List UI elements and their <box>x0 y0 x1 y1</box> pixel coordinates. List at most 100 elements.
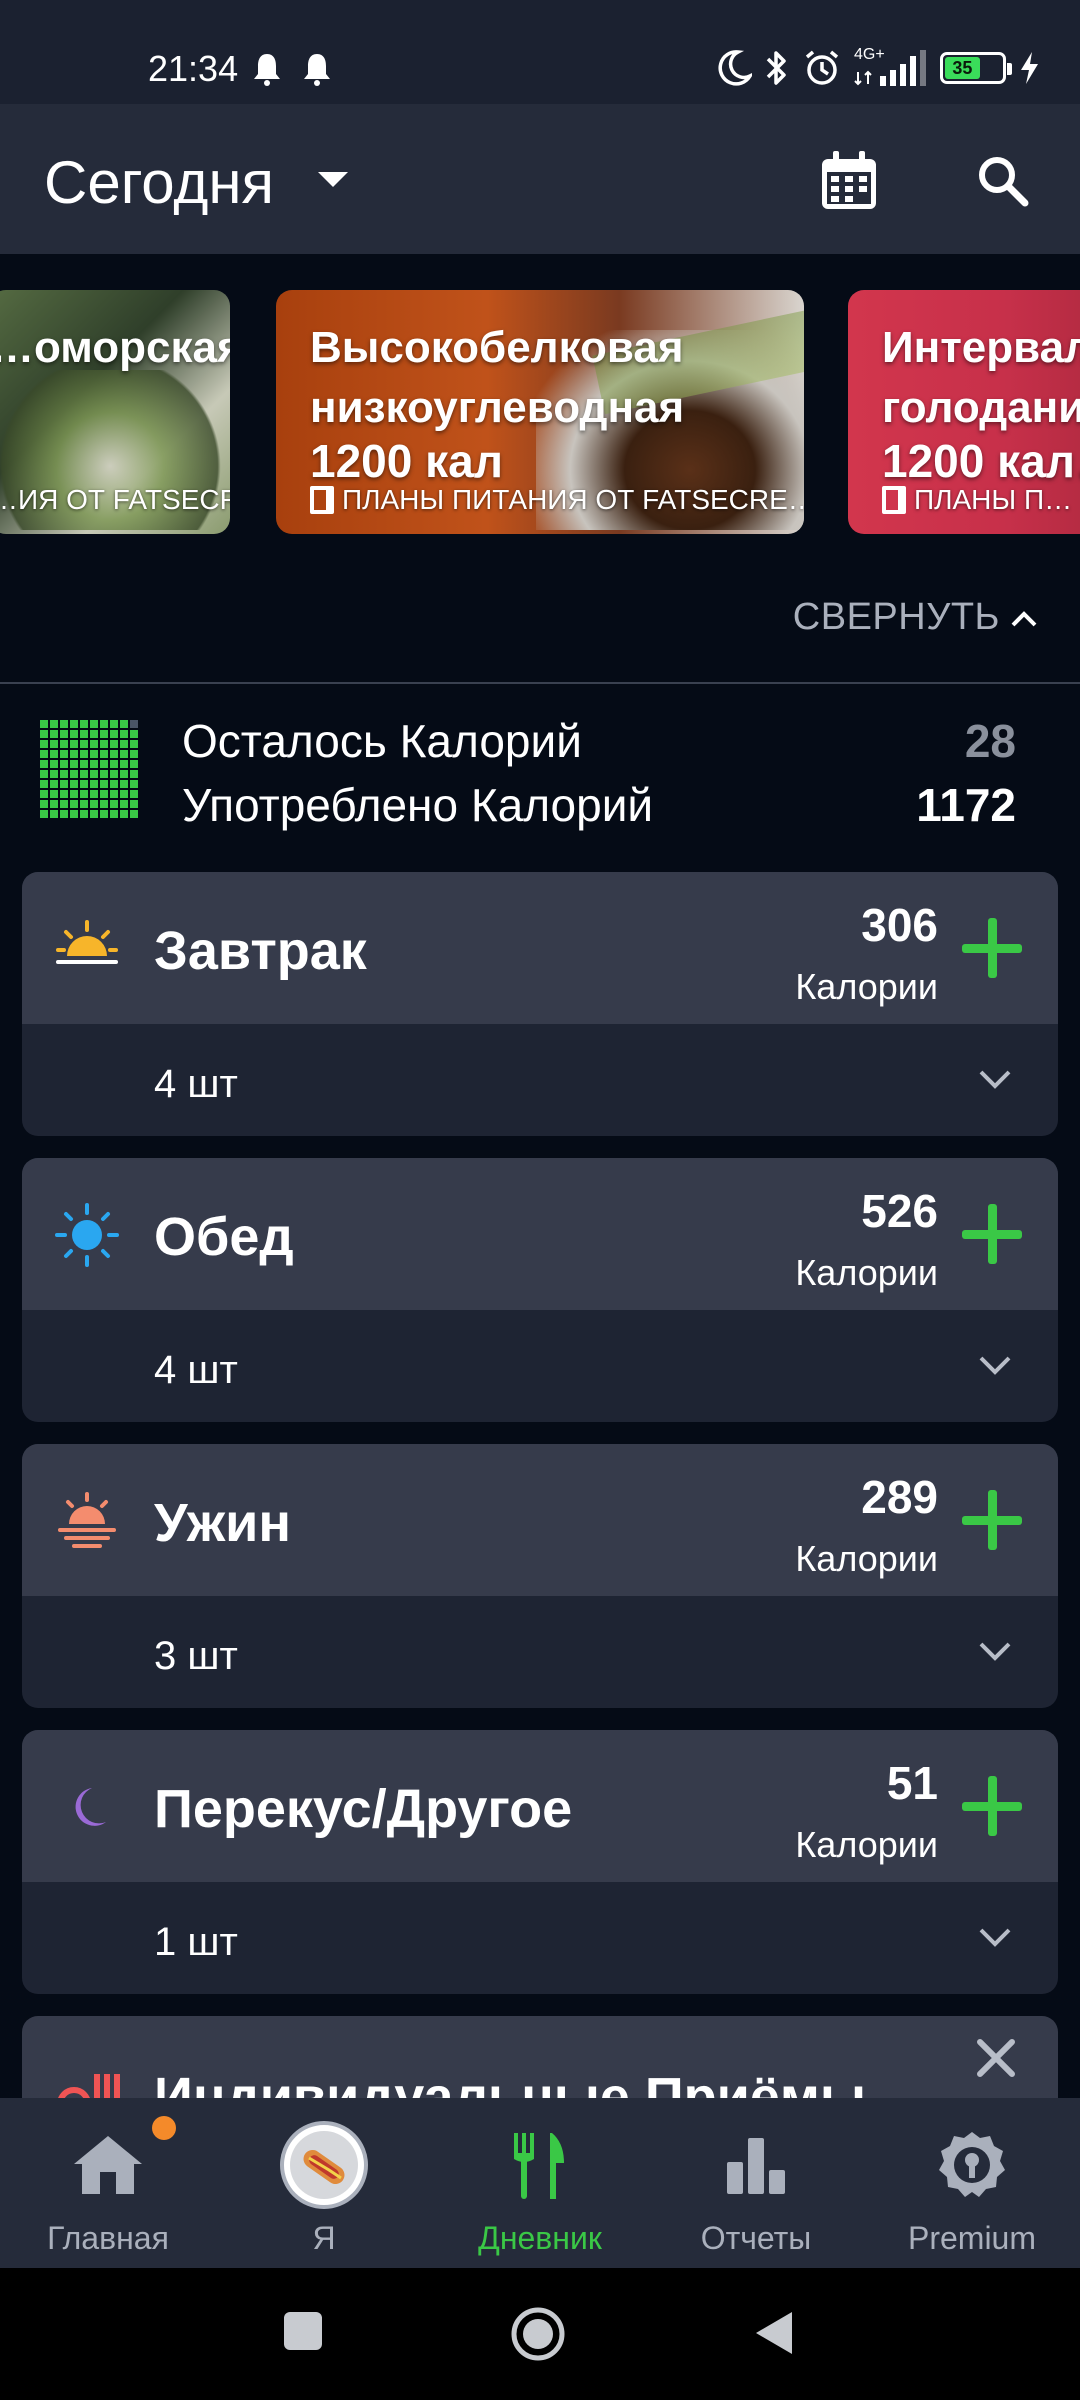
meal-calories-label: Калории <box>795 966 938 1007</box>
plan-title-line: низкоуглеводная <box>310 383 685 432</box>
chevron-down-icon[interactable] <box>978 1068 1012 1090</box>
plan-calories: 1200 кал <box>310 435 503 487</box>
chevron-down-icon[interactable] <box>978 1354 1012 1376</box>
status-time: 21:34 <box>148 48 239 89</box>
back-icon[interactable] <box>752 2308 796 2358</box>
home-circle-icon[interactable] <box>510 2306 566 2362</box>
plan-subtitle: ПЛАНЫ ПИТАНИЯ ОТ FATSECRE… <box>342 484 804 515</box>
meal-calories: 289 <box>861 1471 938 1523</box>
do-not-disturb-moon-icon <box>718 50 752 86</box>
plan-title: Высокобелковая низкоуглеводная <box>310 318 684 438</box>
charging-bolt-icon <box>1021 52 1038 84</box>
nav-home[interactable]: Главная <box>0 2098 216 2268</box>
plan-title: …оморская <box>0 323 230 372</box>
book-icon <box>882 486 906 514</box>
plan-subtitle-row: ПЛАНЫ ПИТАНИЯ ОТ FATSECRE… <box>310 484 804 516</box>
calendar-icon <box>822 151 876 209</box>
sunrise-icon <box>56 920 118 964</box>
bluetooth-icon <box>766 51 786 85</box>
status-icons: 4G+ 35 <box>716 46 1040 90</box>
plan-title: Интервал… голодани… <box>882 318 1080 438</box>
search-button[interactable] <box>966 144 1040 218</box>
meal-plan-card[interactable]: …оморская …ИЯ ОТ FATSECRE… <box>0 290 230 534</box>
app-header: Сегодня <box>0 104 1080 254</box>
consumed-calories-label: Употреблено Калорий <box>182 779 654 831</box>
moon-icon <box>75 1788 106 1826</box>
collapse-toggle[interactable]: СВЕРНУТЬ <box>0 564 1080 682</box>
nav-label: Premium <box>907 2220 1036 2256</box>
nav-premium[interactable]: Premium <box>864 2098 1080 2268</box>
chevron-down-icon[interactable] <box>978 1926 1012 1948</box>
close-icon[interactable] <box>974 2036 1018 2080</box>
calorie-grid-icon <box>40 720 138 818</box>
meal-item-count: 4 шт <box>154 1062 238 1106</box>
meal-calories: 306 <box>861 899 938 951</box>
meal-header[interactable]: Ужин 289 Калории <box>22 1444 1058 1596</box>
nav-diary[interactable]: Дневник <box>432 2098 648 2268</box>
date-selector[interactable]: Сегодня <box>44 148 274 217</box>
nav-reports[interactable]: Отчеты <box>648 2098 864 2268</box>
meal-card-lunch[interactable]: Обед 526 Калории 4 шт <box>22 1158 1058 1422</box>
meal-item-count: 1 шт <box>154 1920 238 1964</box>
meal-calories-label: Калории <box>795 1824 938 1865</box>
sun-icon <box>55 1203 119 1267</box>
search-icon <box>979 157 1029 207</box>
home-icon <box>63 2120 153 2210</box>
plan-calories: 1200 кал… <box>882 435 1080 487</box>
notification-bell-icon <box>304 54 330 86</box>
bar-chart-icon <box>711 2120 801 2210</box>
meal-name: Обед <box>154 1207 294 1267</box>
consumed-calories-value: 1172 <box>916 779 1016 831</box>
meal-plan-card[interactable]: Интервал… голодани… 1200 кал… ПЛАНЫ П… <box>848 290 1080 534</box>
premium-badge-icon <box>927 2120 1017 2210</box>
meal-name: Ужин <box>154 1493 291 1553</box>
meal-calories: 526 <box>861 1185 938 1237</box>
meal-plans-carousel[interactable]: …оморская …ИЯ ОТ FATSECRE… Высокобелкова… <box>0 254 1080 564</box>
meal-header[interactable]: Обед 526 Калории <box>22 1158 1058 1310</box>
chevron-down-icon[interactable] <box>978 1640 1012 1662</box>
meal-name: Перекус/Другое <box>154 1779 573 1839</box>
nav-me[interactable]: Я <box>216 2098 432 2268</box>
battery-icon: 35 <box>940 52 1012 84</box>
chevron-down-icon[interactable] <box>316 170 350 190</box>
book-icon <box>310 486 334 514</box>
add-food-button[interactable] <box>962 1776 1022 1836</box>
meal-card-snack[interactable]: Перекус/Другое 51 Калории 1 шт <box>22 1730 1058 1994</box>
notification-dot <box>152 2116 176 2140</box>
meal-item-count: 4 шт <box>154 1348 238 1392</box>
fork-knife-icon <box>495 2120 585 2210</box>
divider <box>0 682 1080 684</box>
battery-level: 35 <box>945 57 980 79</box>
collapse-label: СВЕРНУТЬ <box>792 596 1000 638</box>
plan-subtitle: ПЛАНЫ П… <box>914 484 1073 515</box>
plan-subtitle: …ИЯ ОТ FATSECRE… <box>0 484 230 515</box>
calendar-button[interactable] <box>812 144 886 218</box>
meal-item-count: 3 шт <box>154 1634 238 1678</box>
plan-title-line: Высокобелковая <box>310 323 684 372</box>
meal-card-dinner[interactable]: Ужин 289 Калории 3 шт <box>22 1444 1058 1708</box>
meal-header[interactable]: Перекус/Другое 51 Калории <box>22 1730 1058 1882</box>
meal-calories-label: Калории <box>795 1538 938 1579</box>
add-food-button[interactable] <box>962 918 1022 978</box>
plan-title-line: голодани… <box>882 383 1080 432</box>
status-bar: 21:34 4G+ 35 <box>0 0 1080 104</box>
plan-subtitle-row: ПЛАНЫ П… <box>882 484 1072 516</box>
meal-plan-card[interactable]: Высокобелковая низкоуглеводная 1200 кал … <box>276 290 804 534</box>
meal-card-breakfast[interactable]: Завтрак 306 Калории 4 шт <box>22 872 1058 1136</box>
bottom-navigation: Главная Я Дневник Отчеты Premium <box>0 2098 1080 2268</box>
system-navigation-bar <box>0 2268 1080 2400</box>
remaining-calories-value: 28 <box>964 715 1016 767</box>
add-food-button[interactable] <box>962 1490 1022 1550</box>
remaining-calories-label: Осталось Калорий <box>182 715 582 767</box>
chevron-up-icon <box>1011 611 1037 627</box>
calorie-summary[interactable]: Осталось Калорий 28 Употреблено Калорий … <box>0 690 1080 860</box>
nav-label: Дневник <box>478 2220 602 2256</box>
signal-icon: 4G+ <box>854 46 928 88</box>
nav-label: Я <box>312 2220 336 2256</box>
add-food-button[interactable] <box>962 1204 1022 1264</box>
recent-apps-icon[interactable] <box>282 2310 324 2352</box>
sunset-icon <box>58 1492 116 1548</box>
meal-calories-label: Калории <box>795 1252 938 1293</box>
meal-header[interactable]: Завтрак 306 Калории <box>22 872 1058 1024</box>
plan-title-line: Интервал… <box>882 323 1080 372</box>
